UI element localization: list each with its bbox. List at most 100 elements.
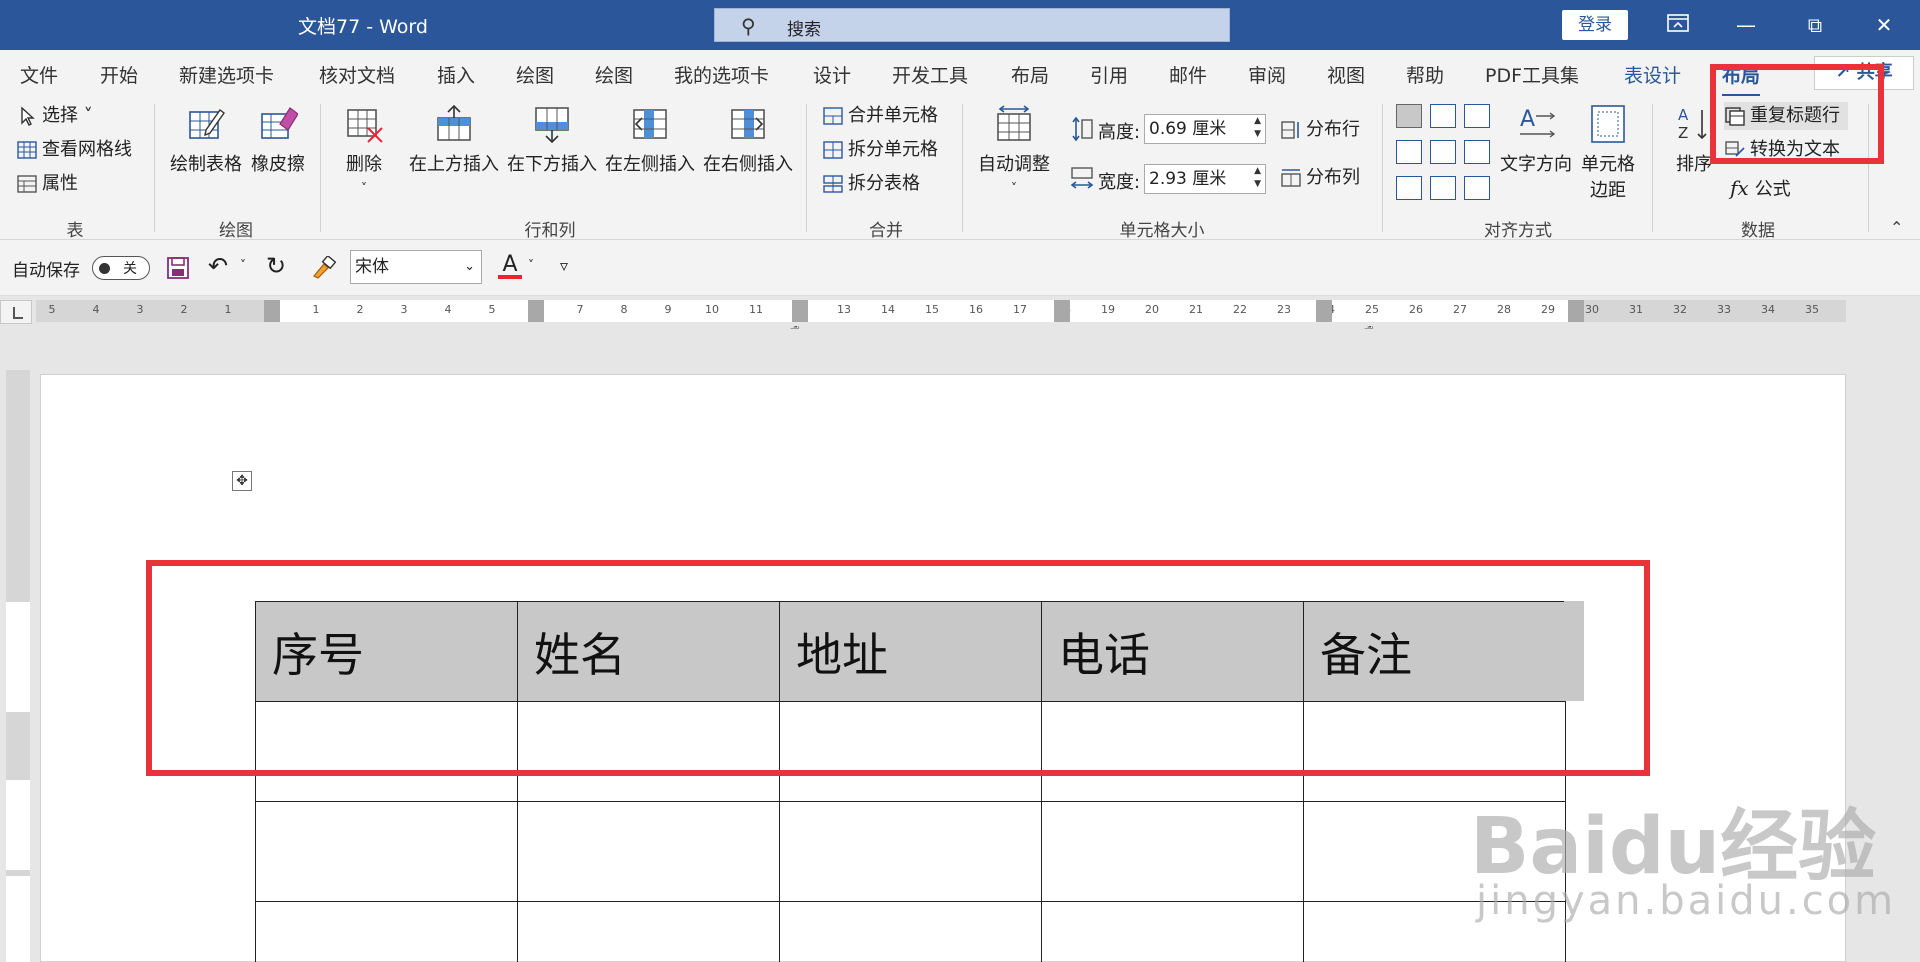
- align-middle-center-button[interactable]: [1430, 140, 1456, 164]
- format-painter-icon[interactable]: [310, 256, 336, 280]
- column-marker[interactable]: [792, 300, 808, 322]
- insert-above-button[interactable]: 在上方插入: [406, 104, 502, 176]
- tab-pdf-tools[interactable]: PDF工具集: [1485, 61, 1579, 88]
- ribbon-display-icon[interactable]: [1660, 10, 1696, 40]
- insert-right-button[interactable]: 在右侧插入: [700, 104, 796, 176]
- insert-left-button[interactable]: 在左侧插入: [602, 104, 698, 176]
- align-bottom-left-button[interactable]: [1396, 176, 1422, 200]
- minimize-icon[interactable]: —: [1728, 10, 1764, 40]
- text-direction-button[interactable]: A 文字方向: [1496, 104, 1576, 176]
- column-marker[interactable]: [264, 300, 280, 322]
- ruler-number: 20: [1145, 303, 1159, 316]
- save-icon[interactable]: [166, 256, 190, 280]
- restore-icon[interactable]: ⧉: [1797, 10, 1833, 40]
- insert-below-button[interactable]: 在下方插入: [504, 104, 600, 176]
- column-marker[interactable]: [1568, 300, 1584, 322]
- table-cell[interactable]: [255, 801, 518, 902]
- search-box[interactable]: ⚲ 搜索: [714, 8, 1230, 42]
- tab-draw-2[interactable]: 绘图: [595, 61, 633, 88]
- tab-table-design[interactable]: 表设计: [1624, 61, 1681, 88]
- autofit-label: 自动调整: [978, 154, 1050, 175]
- tab-references[interactable]: 引用: [1090, 61, 1128, 88]
- formula-button[interactable]: fx 公式: [1730, 174, 1791, 202]
- align-middle-right-button[interactable]: [1464, 140, 1490, 164]
- horizontal-ruler[interactable]: 5432112345678910111213141516171819202122…: [36, 300, 1846, 322]
- vertical-ruler[interactable]: [6, 370, 30, 962]
- distribute-cols-button[interactable]: 分布列: [1280, 164, 1360, 192]
- align-top-center-button[interactable]: [1430, 104, 1456, 128]
- split-table-label: 拆分表格: [848, 173, 920, 194]
- tab-design[interactable]: 设计: [813, 61, 851, 88]
- redo-icon[interactable]: ↻: [266, 252, 286, 280]
- autofit-button[interactable]: 自动调整 ˅: [974, 104, 1054, 197]
- tab-layout[interactable]: 布局: [1011, 61, 1049, 88]
- select-button[interactable]: 选择 ˅: [16, 102, 93, 130]
- cell-margins-icon: [1591, 105, 1625, 143]
- spinner-arrows-icon[interactable]: ▲ ▼: [1254, 115, 1261, 141]
- view-gridlines-button[interactable]: 查看网格线: [16, 136, 132, 164]
- login-button[interactable]: 登录: [1562, 10, 1628, 40]
- chevron-down-icon: ⌄: [464, 259, 475, 274]
- table-cell[interactable]: [255, 901, 518, 962]
- spinner-arrows-icon[interactable]: ▲ ▼: [1254, 165, 1261, 191]
- tab-mailings[interactable]: 邮件: [1169, 61, 1207, 88]
- group-label-draw: 绘图: [219, 221, 253, 241]
- tab-home[interactable]: 开始: [100, 61, 138, 88]
- undo-dropdown-icon[interactable]: ˅: [240, 258, 246, 272]
- tab-help[interactable]: 帮助: [1406, 61, 1444, 88]
- column-marker[interactable]: [1316, 300, 1332, 322]
- table-cell[interactable]: [779, 901, 1042, 962]
- tab-review[interactable]: 审阅: [1248, 61, 1286, 88]
- cell-margins-button[interactable]: 单元格 边距: [1578, 104, 1638, 202]
- table-cell[interactable]: [517, 901, 780, 962]
- tab-my-tab[interactable]: 我的选项卡: [674, 61, 769, 88]
- font-color-button[interactable]: A: [498, 252, 522, 279]
- ruler-number: 8: [620, 303, 628, 316]
- table-cell[interactable]: [517, 801, 780, 902]
- height-field[interactable]: 0.69 厘米 ▲ ▼: [1144, 114, 1266, 144]
- split-cells-button[interactable]: 拆分单元格: [822, 136, 938, 164]
- tab-file[interactable]: 文件: [20, 61, 58, 88]
- group-separator: [806, 104, 807, 232]
- split-table-button[interactable]: 拆分表格: [822, 170, 920, 198]
- eraser-button[interactable]: 橡皮擦: [248, 104, 308, 176]
- search-label: 搜索: [787, 20, 821, 40]
- align-bottom-center-button[interactable]: [1430, 176, 1456, 200]
- tab-insert[interactable]: 插入: [437, 61, 475, 88]
- draw-table-button[interactable]: 绘制表格: [166, 104, 246, 176]
- merge-cells-button[interactable]: 合并单元格: [822, 102, 938, 130]
- autosave-toggle[interactable]: 关: [92, 256, 150, 280]
- align-bottom-right-button[interactable]: [1464, 176, 1490, 200]
- width-value: 2.93 厘米: [1149, 169, 1227, 189]
- table-cell[interactable]: [779, 801, 1042, 902]
- tab-stop-selector[interactable]: [0, 300, 32, 324]
- group-label-cell-size: 单元格大小: [1119, 221, 1205, 241]
- ruler-number: 34: [1761, 303, 1775, 316]
- customize-qat-icon[interactable]: ▿: [560, 256, 568, 275]
- tab-view[interactable]: 视图: [1327, 61, 1365, 88]
- width-field[interactable]: 2.93 厘米 ▲ ▼: [1144, 164, 1266, 194]
- table-cell[interactable]: [1041, 901, 1304, 962]
- chevron-down-icon: ˅: [361, 181, 367, 195]
- insert-right-icon: [731, 109, 765, 139]
- align-middle-left-button[interactable]: [1396, 140, 1422, 164]
- undo-icon[interactable]: ↶: [208, 252, 228, 280]
- collapse-ribbon-icon[interactable]: ⌃: [1890, 218, 1903, 237]
- align-top-left-button[interactable]: [1396, 104, 1422, 128]
- pencil-table-icon: [189, 109, 225, 139]
- tab-new-tab[interactable]: 新建选项卡: [179, 61, 274, 88]
- column-marker[interactable]: [1054, 300, 1070, 322]
- column-marker[interactable]: [528, 300, 544, 322]
- tab-developer[interactable]: 开发工具: [892, 61, 968, 88]
- table-cell[interactable]: [1041, 801, 1304, 902]
- font-color-dropdown-icon[interactable]: ˅: [528, 258, 534, 272]
- tab-proofread[interactable]: 核对文档: [319, 61, 395, 88]
- delete-button[interactable]: 删除 ˅: [334, 104, 394, 197]
- table-move-icon[interactable]: ✥: [232, 471, 252, 491]
- tab-draw-1[interactable]: 绘图: [516, 61, 554, 88]
- align-top-right-button[interactable]: [1464, 104, 1490, 128]
- close-icon[interactable]: ✕: [1866, 10, 1902, 40]
- properties-button[interactable]: 属性: [16, 170, 78, 198]
- font-name-select[interactable]: 宋体 ⌄: [350, 250, 482, 284]
- distribute-rows-button[interactable]: 分布行: [1280, 116, 1360, 144]
